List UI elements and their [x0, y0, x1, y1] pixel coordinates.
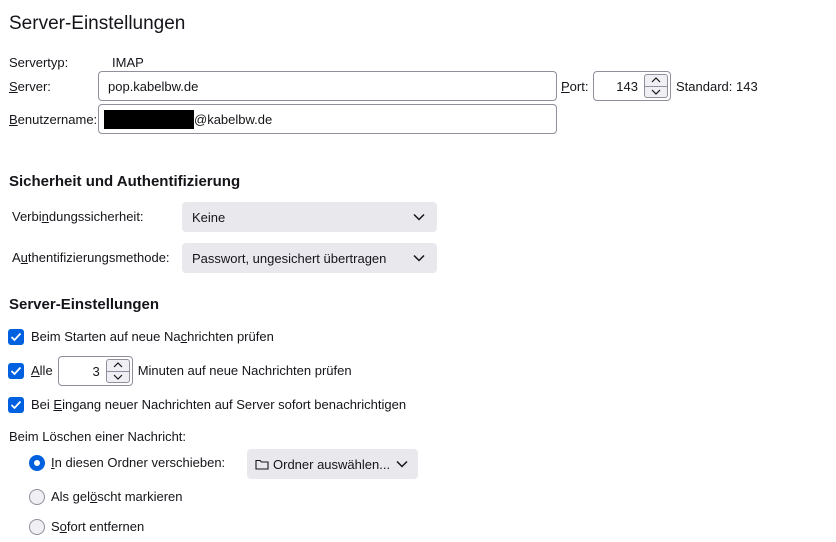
chevron-down-icon: [413, 254, 425, 262]
remove-now-radio[interactable]: [29, 519, 45, 535]
check-on-start-label: Beim Starten auf neue Nachrichten prüfen: [31, 329, 274, 344]
connection-security-label: Verbindungssicherheit:: [12, 209, 144, 224]
remove-now-row[interactable]: Sofort entfernen: [29, 519, 144, 535]
port-label: Port:: [561, 79, 589, 94]
check-every-row[interactable]: Alle 3 Minuten auf neue Nachrichten prüf…: [8, 356, 352, 386]
port-value: 143: [616, 78, 638, 94]
redaction-block: [104, 109, 194, 129]
move-to-folder-row[interactable]: In diesen Ordner verschieben:: [29, 455, 225, 471]
mark-deleted-row[interactable]: Als gelöscht markieren: [29, 489, 183, 505]
server-type-label: Servertyp:: [9, 55, 69, 70]
username-label: Benutzername:: [9, 112, 98, 127]
chevron-down-icon: [413, 213, 425, 221]
server-label: Server:: [9, 79, 51, 94]
notify-row[interactable]: Bei Eingang neuer Nachrichten auf Server…: [8, 397, 406, 413]
auth-method-label: Authentifizierungsmethode:: [12, 250, 170, 265]
minutes-increment-button[interactable]: [106, 360, 129, 372]
minutes-decrement-button[interactable]: [107, 372, 129, 383]
minutes-stepper[interactable]: 3: [57, 356, 133, 386]
auth-method-select[interactable]: Passwort, ungesichert übertragen: [182, 243, 437, 273]
server-settings-heading: Server-Einstellungen: [9, 296, 160, 313]
notify-checkbox[interactable]: [8, 397, 24, 413]
check-on-start-row[interactable]: Beim Starten auf neue Nachrichten prüfen: [8, 329, 274, 345]
mark-deleted-radio[interactable]: [29, 489, 45, 505]
check-every-suffix: Minuten auf neue Nachrichten prüfen: [137, 363, 352, 378]
move-to-folder-radio[interactable]: [29, 455, 45, 471]
page-title: Server-Einstellungen: [9, 13, 186, 34]
folder-select-button[interactable]: Ordner auswählen...: [247, 449, 418, 479]
chevron-down-icon: [396, 460, 408, 468]
username-input[interactable]: @kabelbw.de: [98, 104, 557, 134]
check-every-checkbox[interactable]: [8, 363, 24, 379]
notify-label: Bei Eingang neuer Nachrichten auf Server…: [31, 397, 407, 412]
minutes-value: 3: [92, 363, 100, 379]
move-to-folder-label: In diesen Ordner verschieben:: [51, 455, 226, 470]
check-every-label: Alle: [31, 363, 53, 378]
on-delete-label: Beim Löschen einer Nachricht:: [9, 429, 187, 444]
port-increment-button[interactable]: [645, 75, 667, 87]
check-on-start-checkbox[interactable]: [8, 329, 24, 345]
mark-deleted-label: Als gelöscht markieren: [51, 489, 183, 504]
port-stepper[interactable]: 143: [593, 71, 671, 101]
port-decrement-button[interactable]: [645, 87, 667, 98]
port-default-text: Standard: 143: [676, 79, 758, 94]
server-input[interactable]: pop.kabelbw.de: [98, 71, 557, 101]
connection-security-select[interactable]: Keine: [182, 202, 437, 232]
server-type-value: IMAP: [112, 55, 144, 70]
folder-icon: [255, 459, 269, 470]
remove-now-label: Sofort entfernen: [51, 519, 145, 534]
security-heading: Sicherheit und Authentifizierung: [9, 173, 241, 190]
